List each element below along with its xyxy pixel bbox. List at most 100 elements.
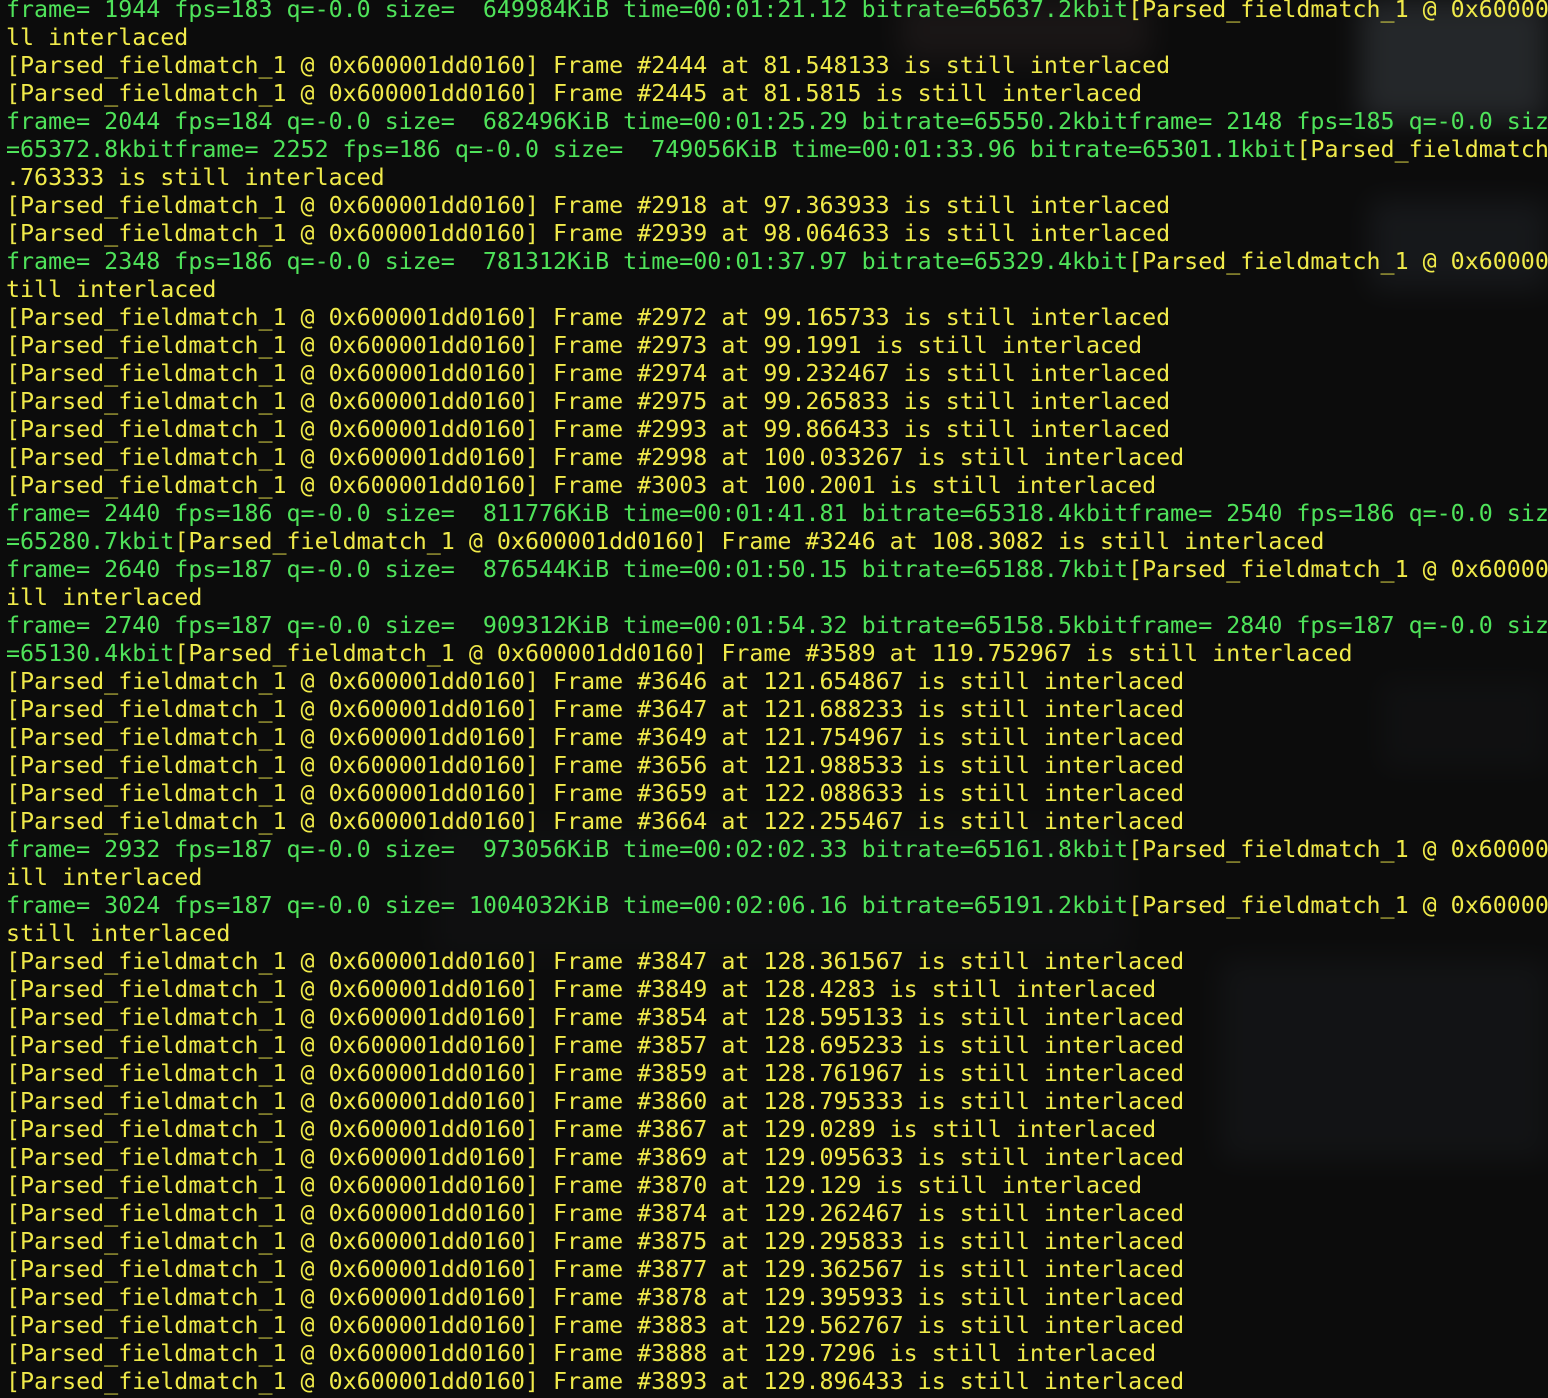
warning-text: [Parsed_fieldmatch_1 @ 0x600001dd0160] F… <box>6 1144 1185 1171</box>
warning-text: [Parsed_fieldmatch_1 @ 0x600001dd0160] F… <box>6 1032 1185 1059</box>
terminal-line: =65280.7kbit[Parsed_fieldmatch_1 @ 0x600… <box>6 528 1548 556</box>
terminal-line: frame= 3024 fps=187 q=-0.0 size= 1004032… <box>6 892 1548 920</box>
warning-text: till interlaced <box>6 276 217 303</box>
warning-text: [Parsed_fieldmatch_1 @ 0x600001dd0160] F… <box>6 808 1185 835</box>
terminal-line: [Parsed_fieldmatch_1 @ 0x600001dd0160] F… <box>6 1200 1548 1228</box>
terminal-line: [Parsed_fieldmatch_1 @ 0x600001dd0160] F… <box>6 1144 1548 1172</box>
terminal-line: [Parsed_fieldmatch_1 @ 0x600001dd0160] F… <box>6 416 1548 444</box>
terminal-line: =65130.4kbit[Parsed_fieldmatch_1 @ 0x600… <box>6 640 1548 668</box>
terminal-line: [Parsed_fieldmatch_1 @ 0x600001dd0160] F… <box>6 1284 1548 1312</box>
terminal-line: [Parsed_fieldmatch_1 @ 0x600001dd0160] F… <box>6 1088 1548 1116</box>
terminal-line: frame= 2932 fps=187 q=-0.0 size= 973056K… <box>6 836 1548 864</box>
progress-text: frame= 2348 fps=186 q=-0.0 size= 781312K… <box>6 248 1129 275</box>
warning-text: [Parsed_fieldmatch_1 @ 0x600001dd0160] F… <box>6 752 1185 779</box>
terminal-line: [Parsed_fieldmatch_1 @ 0x600001dd0160] F… <box>6 808 1548 836</box>
warning-text: .763333 is still interlaced <box>6 164 385 191</box>
terminal-line: [Parsed_fieldmatch_1 @ 0x600001dd0160] F… <box>6 668 1548 696</box>
terminal-line: [Parsed_fieldmatch_1 @ 0x600001dd0160] F… <box>6 1228 1548 1256</box>
terminal-line: frame= 2640 fps=187 q=-0.0 size= 876544K… <box>6 556 1548 584</box>
terminal-line: [Parsed_fieldmatch_1 @ 0x600001dd0160] F… <box>6 696 1548 724</box>
warning-text: [Parsed_fieldmatch_1 @ 0x600001dd0160] F… <box>6 332 1143 359</box>
warning-text: [Parsed_fieldmatch_1 @ 0x600001dd0160] F… <box>6 668 1185 695</box>
warning-text: [Parsed_fieldmatch_1 @ 0x600001dd0160] F… <box>1296 136 1548 163</box>
terminal-line: [Parsed_fieldmatch_1 @ 0x600001dd0160] F… <box>6 304 1548 332</box>
progress-text: frame= 2640 fps=187 q=-0.0 size= 876544K… <box>6 556 1129 583</box>
terminal-line: [Parsed_fieldmatch_1 @ 0x600001dd0160] F… <box>6 1060 1548 1088</box>
terminal-line: [Parsed_fieldmatch_1 @ 0x600001dd0160] F… <box>6 332 1548 360</box>
progress-text: frame= 3024 fps=187 q=-0.0 size= 1004032… <box>6 892 1129 919</box>
progress-text: frame= 2740 fps=187 q=-0.0 size= 909312K… <box>6 612 1548 639</box>
warning-text: ill interlaced <box>6 584 203 611</box>
terminal-line: frame= 2044 fps=184 q=-0.0 size= 682496K… <box>6 108 1548 136</box>
warning-text: [Parsed_fieldmatch_1 @ 0x600001dd0160] F… <box>1128 0 1548 23</box>
warning-text: [Parsed_fieldmatch_1 @ 0x600001dd0160] F… <box>6 780 1185 807</box>
warning-text: [Parsed_fieldmatch_1 @ 0x600001dd0160] F… <box>6 192 1171 219</box>
warning-text: [Parsed_fieldmatch_1 @ 0x600001dd0160] F… <box>6 1256 1185 1283</box>
terminal-line: [Parsed_fieldmatch_1 @ 0x600001dd0160] F… <box>6 1256 1548 1284</box>
terminal-line: [Parsed_fieldmatch_1 @ 0x600001dd0160] F… <box>6 220 1548 248</box>
terminal-line: frame= 2740 fps=187 q=-0.0 size= 909312K… <box>6 612 1548 640</box>
warning-text: [Parsed_fieldmatch_1 @ 0x600001dd0160] F… <box>174 640 1353 667</box>
warning-text: [Parsed_fieldmatch_1 @ 0x600001dd0160] F… <box>6 80 1143 107</box>
warning-text: [Parsed_fieldmatch_1 @ 0x600001dd0160] F… <box>6 1088 1185 1115</box>
warning-text: [Parsed_fieldmatch_1 @ 0x600001dd0160] F… <box>174 528 1325 555</box>
warning-text: [Parsed_fieldmatch_1 @ 0x600001dd0160] F… <box>6 1228 1185 1255</box>
warning-text: [Parsed_fieldmatch_1 @ 0x600001dd0160] F… <box>6 360 1171 387</box>
warning-text: [Parsed_fieldmatch_1 @ 0x600001dd0160] F… <box>6 388 1171 415</box>
warning-text: [Parsed_fieldmatch_1 @ 0x600001dd0160] F… <box>6 444 1185 471</box>
terminal-line: [Parsed_fieldmatch_1 @ 0x600001dd0160] F… <box>6 360 1548 388</box>
terminal-line: [Parsed_fieldmatch_1 @ 0x600001dd0160] F… <box>6 948 1548 976</box>
progress-text: =65280.7kbit <box>6 528 175 555</box>
terminal-line: [Parsed_fieldmatch_1 @ 0x600001dd0160] F… <box>6 52 1548 80</box>
warning-text: [Parsed_fieldmatch_1 @ 0x600001dd0160] F… <box>6 1312 1185 1339</box>
warning-text: [Parsed_fieldmatch_1 @ 0x600001dd0160] F… <box>6 1116 1157 1143</box>
warning-text: [Parsed_fieldmatch_1 @ 0x600001dd0160] F… <box>1128 556 1548 583</box>
terminal-line: [Parsed_fieldmatch_1 @ 0x600001dd0160] F… <box>6 780 1548 808</box>
warning-text: [Parsed_fieldmatch_1 @ 0x600001dd0160] F… <box>6 948 1185 975</box>
warning-text: [Parsed_fieldmatch_1 @ 0x600001dd0160] F… <box>6 472 1157 499</box>
warning-text: [Parsed_fieldmatch_1 @ 0x600001dd0160] F… <box>6 724 1185 751</box>
terminal-line: [Parsed_fieldmatch_1 @ 0x600001dd0160] F… <box>6 1004 1548 1032</box>
terminal-line: [Parsed_fieldmatch_1 @ 0x600001dd0160] F… <box>6 192 1548 220</box>
terminal-line: frame= 2440 fps=186 q=-0.0 size= 811776K… <box>6 500 1548 528</box>
progress-text: =65130.4kbit <box>6 640 175 667</box>
terminal-line: [Parsed_fieldmatch_1 @ 0x600001dd0160] F… <box>6 1116 1548 1144</box>
warning-text: [Parsed_fieldmatch_1 @ 0x600001dd0160] F… <box>6 976 1157 1003</box>
terminal-line: [Parsed_fieldmatch_1 @ 0x600001dd0160] F… <box>6 752 1548 780</box>
terminal-line: [Parsed_fieldmatch_1 @ 0x600001dd0160] F… <box>6 1340 1548 1368</box>
terminal-line: [Parsed_fieldmatch_1 @ 0x600001dd0160] F… <box>6 388 1548 416</box>
terminal-window[interactable]: frame= 1944 fps=183 q=-0.0 size= 649984K… <box>0 0 1548 1398</box>
terminal-line: =65372.8kbitframe= 2252 fps=186 q=-0.0 s… <box>6 136 1548 164</box>
warning-text: [Parsed_fieldmatch_1 @ 0x600001dd0160] F… <box>6 52 1171 79</box>
progress-text: frame= 2932 fps=187 q=-0.0 size= 973056K… <box>6 836 1129 863</box>
warning-text: [Parsed_fieldmatch_1 @ 0x600001dd0160] F… <box>6 304 1171 331</box>
warning-text: [Parsed_fieldmatch_1 @ 0x600001dd0160] F… <box>6 1284 1185 1311</box>
progress-text: frame= 1944 fps=183 q=-0.0 size= 649984K… <box>6 0 1129 23</box>
terminal-line: [Parsed_fieldmatch_1 @ 0x600001dd0160] F… <box>6 1172 1548 1200</box>
warning-text: [Parsed_fieldmatch_1 @ 0x600001dd0160] F… <box>6 220 1171 247</box>
terminal-line: still interlaced <box>6 920 1548 948</box>
warning-text: [Parsed_fieldmatch_1 @ 0x600001dd0160] F… <box>1128 836 1548 863</box>
warning-text: [Parsed_fieldmatch_1 @ 0x600001dd0160] F… <box>6 1004 1185 1031</box>
terminal-line: [Parsed_fieldmatch_1 @ 0x600001dd0160] F… <box>6 724 1548 752</box>
terminal-line: ill interlaced <box>6 864 1548 892</box>
terminal-line: [Parsed_fieldmatch_1 @ 0x600001dd0160] F… <box>6 1312 1548 1340</box>
warning-text: [Parsed_fieldmatch_1 @ 0x600001dd0160] F… <box>6 1060 1185 1087</box>
terminal-line: .763333 is still interlaced <box>6 164 1548 192</box>
terminal-line: [Parsed_fieldmatch_1 @ 0x600001dd0160] F… <box>6 1368 1548 1396</box>
warning-text: [Parsed_fieldmatch_1 @ 0x600001dd0160] F… <box>6 1172 1143 1199</box>
terminal-line: frame= 2348 fps=186 q=-0.0 size= 781312K… <box>6 248 1548 276</box>
warning-text: [Parsed_fieldmatch_1 @ 0x600001dd0160] F… <box>6 416 1171 443</box>
terminal-line: ill interlaced <box>6 584 1548 612</box>
warning-text: [Parsed_fieldmatch_1 @ 0x600001dd0160] F… <box>1128 248 1548 275</box>
terminal-line: [Parsed_fieldmatch_1 @ 0x600001dd0160] F… <box>6 472 1548 500</box>
terminal-output[interactable]: frame= 1944 fps=183 q=-0.0 size= 649984K… <box>6 0 1548 1396</box>
warning-text: ill interlaced <box>6 864 203 891</box>
warning-text: still interlaced <box>6 920 231 947</box>
progress-text: frame= 2440 fps=186 q=-0.0 size= 811776K… <box>6 500 1548 527</box>
progress-text: =65372.8kbitframe= 2252 fps=186 q=-0.0 s… <box>6 136 1297 163</box>
warning-text: [Parsed_fieldmatch_1 @ 0x600001dd0160] F… <box>6 1368 1185 1395</box>
terminal-line: [Parsed_fieldmatch_1 @ 0x600001dd0160] F… <box>6 976 1548 1004</box>
terminal-line: ll interlaced <box>6 24 1548 52</box>
terminal-line: [Parsed_fieldmatch_1 @ 0x600001dd0160] F… <box>6 444 1548 472</box>
